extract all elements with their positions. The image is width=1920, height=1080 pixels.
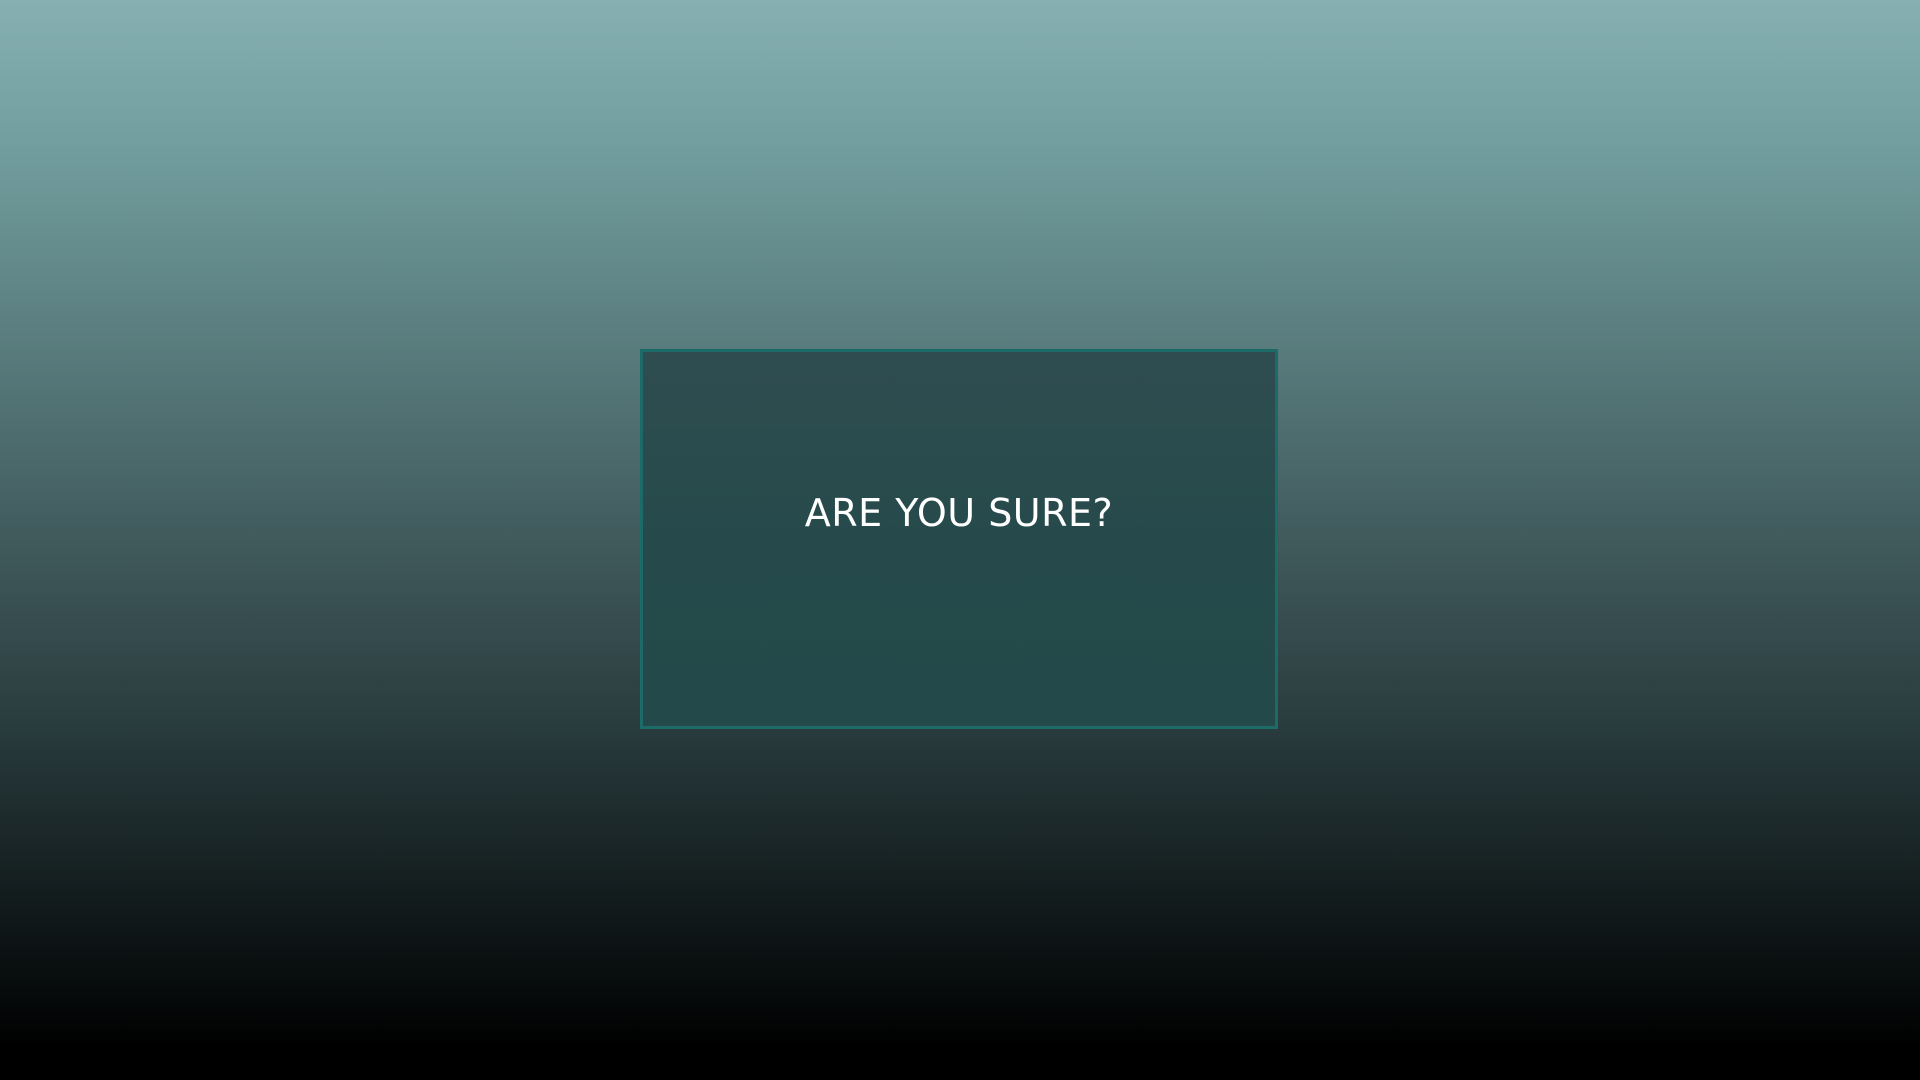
confirmation-dialog: ARE YOU SURE? [640,349,1278,729]
dialog-title: ARE YOU SURE? [804,491,1114,535]
screen-background: { "dialog": { "title": "ARE YOU SURE?" }… [0,0,1920,1080]
